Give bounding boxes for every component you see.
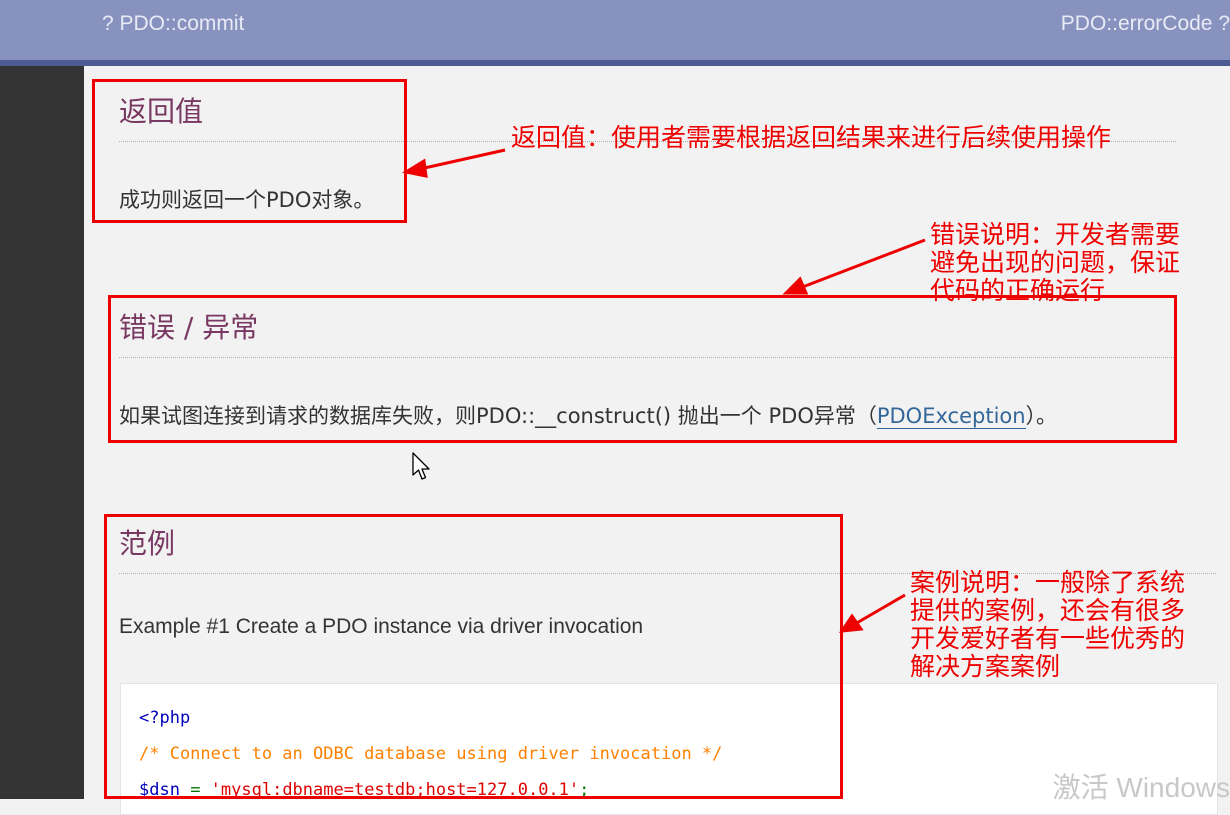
mouse-cursor-icon [412, 452, 430, 480]
return-value-arrowhead [401, 158, 428, 178]
examples-arrow [854, 593, 906, 626]
examples-arrowhead [838, 613, 864, 633]
return-value-arrow [419, 148, 506, 171]
errors-arrowhead [782, 276, 809, 295]
windows-activation-watermark: 激活 Windows [1052, 772, 1230, 803]
annotation-arrows [401, 148, 926, 633]
errors-arrow [799, 238, 926, 290]
